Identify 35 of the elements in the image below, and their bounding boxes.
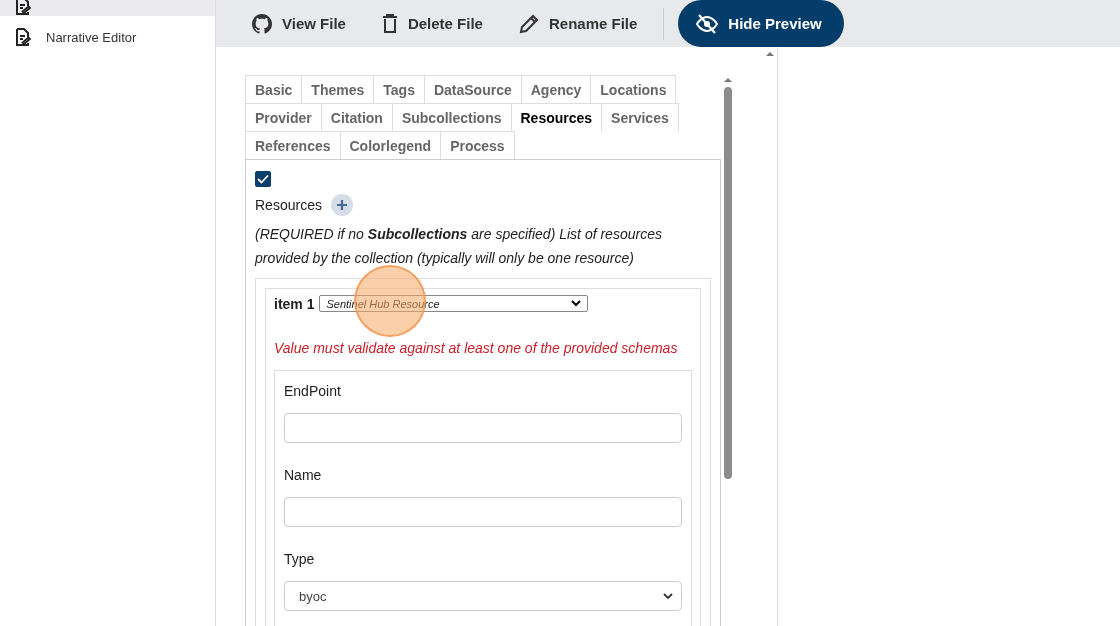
tab[interactable]: Locations	[590, 75, 677, 103]
github-icon	[252, 13, 272, 34]
scroll-up-icon[interactable]	[723, 77, 733, 83]
eye-off-icon	[696, 13, 719, 34]
document-edit-icon	[14, 27, 32, 47]
error-message: Value must validate against at least one of the provided schemas	[274, 340, 679, 356]
chevron-down-icon	[571, 300, 582, 307]
tab[interactable]: References	[245, 131, 341, 159]
tab[interactable]: Provider	[245, 103, 322, 131]
field-label: Name	[284, 467, 323, 483]
field-label: Type	[284, 551, 316, 567]
trash-icon	[381, 13, 398, 34]
sidebar-item[interactable]	[0, 0, 215, 16]
tab[interactable]: Process	[440, 131, 515, 159]
add-icon[interactable]	[330, 194, 353, 216]
input-field[interactable]	[284, 413, 682, 443]
checkbox[interactable]	[255, 171, 271, 187]
tab[interactable]: Basic	[245, 75, 303, 103]
document-edit-icon	[14, 0, 32, 16]
toolbar-button[interactable]: Hide Preview	[678, 0, 844, 47]
pencil-icon	[518, 13, 539, 34]
toolbar-button[interactable]: View File	[236, 5, 362, 42]
type-dropdown[interactable]: byoc	[284, 581, 682, 611]
scrollbar[interactable]	[723, 77, 733, 479]
tab[interactable]: Services	[601, 103, 679, 131]
sidebar-item[interactable]: Narrative Editor	[0, 16, 215, 58]
scroll-up-icon[interactable]	[765, 51, 775, 57]
toolbar-button[interactable]: Rename File	[502, 5, 654, 42]
chevron-down-icon	[663, 592, 673, 600]
field-description: (REQUIRED if no Subcollections are specified) List of resources provided by the collection (typically will only be one resource)	[255, 225, 663, 268]
field-label: EndPoint	[284, 383, 342, 399]
field-label: Resources	[255, 197, 322, 213]
toolbar-button[interactable]: Delete File	[365, 5, 499, 42]
item-label: item 1	[274, 295, 315, 312]
input-field[interactable]	[284, 497, 682, 527]
